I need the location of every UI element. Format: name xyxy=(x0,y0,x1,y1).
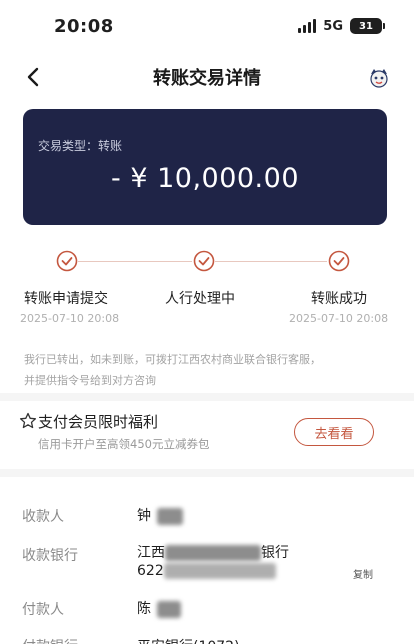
payer-label: 付款人 xyxy=(22,602,64,618)
battery-icon: 31 xyxy=(350,18,385,34)
status-indicators: 5G 31 xyxy=(298,18,385,34)
redaction-mark xyxy=(157,600,182,618)
redaction-mark xyxy=(163,563,276,579)
signal-icon xyxy=(298,19,317,33)
payee-value: 钟 xyxy=(137,505,184,525)
section-divider xyxy=(0,393,414,401)
status-bar: 20:08 5G 31 xyxy=(0,0,414,52)
account-prefix: 622 xyxy=(137,563,164,579)
transfer-notice: 我行已转出，如未到账，可拨打江西农村商业联合银行客服， 并提供指令号给到对方咨询 xyxy=(24,349,390,391)
step-label-submitted: 转账申请提交 xyxy=(24,291,108,307)
step-time-success: 2025-07-10 20:08 xyxy=(289,312,389,325)
mascot-icon[interactable] xyxy=(368,67,390,89)
status-time: 20:08 xyxy=(54,15,114,37)
step-time-submitted: 2025-07-10 20:08 xyxy=(20,312,120,325)
network-type: 5G xyxy=(323,18,343,34)
payee-label: 收款人 xyxy=(22,509,64,525)
promo-title: 支付会员限时福利 xyxy=(38,413,159,431)
battery-level: 31 xyxy=(359,20,373,32)
amount-card: 交易类型：转账 - ¥ 10,000.00 xyxy=(23,109,387,225)
payer-name: 陈 xyxy=(137,601,151,617)
check-circle-icon xyxy=(56,250,78,272)
payer-value: 陈 xyxy=(137,598,182,618)
copy-button[interactable]: 复制 xyxy=(353,566,373,581)
step-label-processing: 人行处理中 xyxy=(165,291,235,307)
bank-name-suffix: 银行 xyxy=(261,545,289,561)
section-divider xyxy=(0,469,414,477)
notice-line: 我行已转出，如未到账，可拨打江西农村商业联合银行客服， xyxy=(24,353,321,366)
payer-bank-value: 平安银行(1072) xyxy=(137,636,240,644)
nav-bar: 转账交易详情 xyxy=(0,52,414,102)
payer-bank-label: 付款银行 xyxy=(22,636,78,644)
check-circle-icon xyxy=(328,250,350,272)
star-icon xyxy=(19,412,37,429)
step-label-success: 转账成功 xyxy=(311,291,367,307)
redaction-mark xyxy=(157,507,184,525)
progress-connector xyxy=(215,261,327,262)
payee-name: 钟 xyxy=(137,508,151,524)
notice-line: 并提供指令号给到对方咨询 xyxy=(24,374,156,387)
promo-view-button[interactable]: 去看看 xyxy=(294,418,374,446)
check-circle-icon xyxy=(193,250,215,272)
transaction-amount: - ¥ 10,000.00 xyxy=(111,163,299,194)
transaction-type: 交易类型：转账 xyxy=(38,139,123,153)
payee-bank-label: 收款银行 xyxy=(22,548,78,564)
payee-bank-value: 江西 银行 xyxy=(137,542,289,562)
promo-subtitle: 信用卡开户至高领450元立减券包 xyxy=(38,437,210,451)
payee-account-value: 622 xyxy=(137,563,276,579)
progress-connector xyxy=(78,261,192,262)
redaction-mark xyxy=(165,545,261,561)
bank-name-prefix: 江西 xyxy=(137,545,165,561)
page-title: 转账交易详情 xyxy=(153,68,261,89)
chevron-left-icon[interactable] xyxy=(22,65,46,89)
